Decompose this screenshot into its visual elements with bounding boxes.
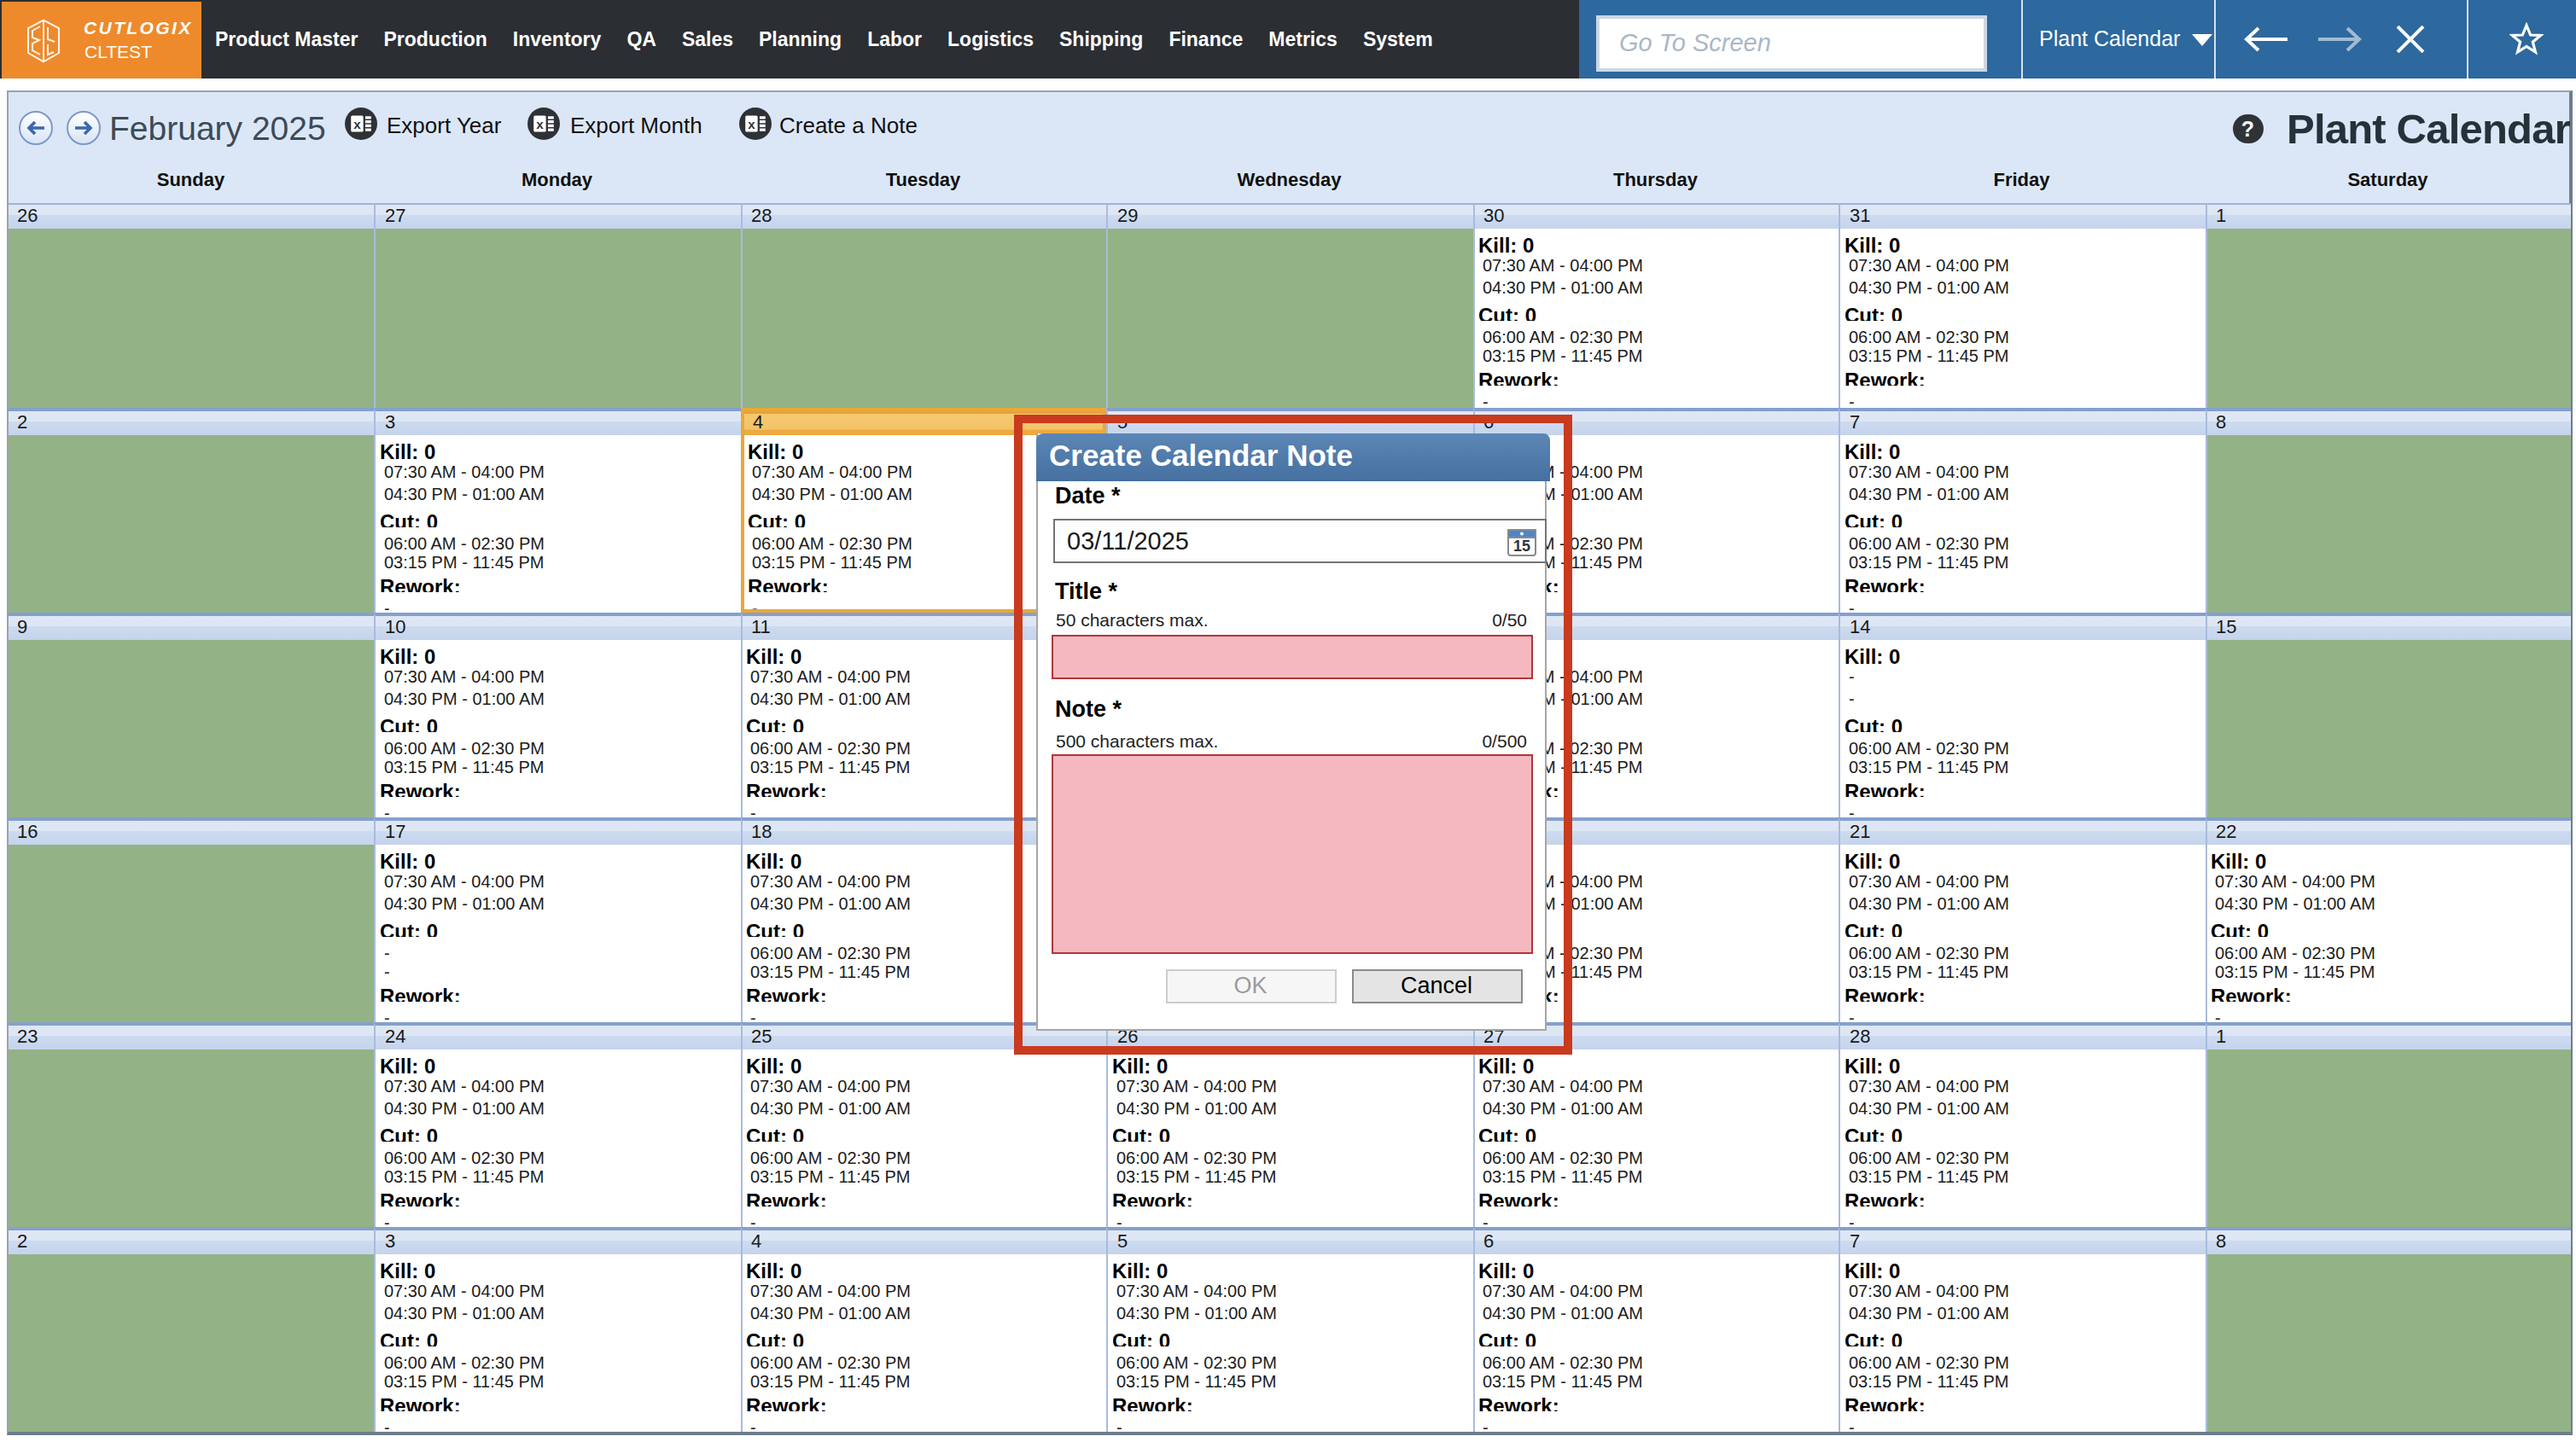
svg-text:x: x [535, 117, 543, 131]
svg-text:x: x [353, 117, 361, 131]
svg-text:x: x [748, 117, 755, 131]
